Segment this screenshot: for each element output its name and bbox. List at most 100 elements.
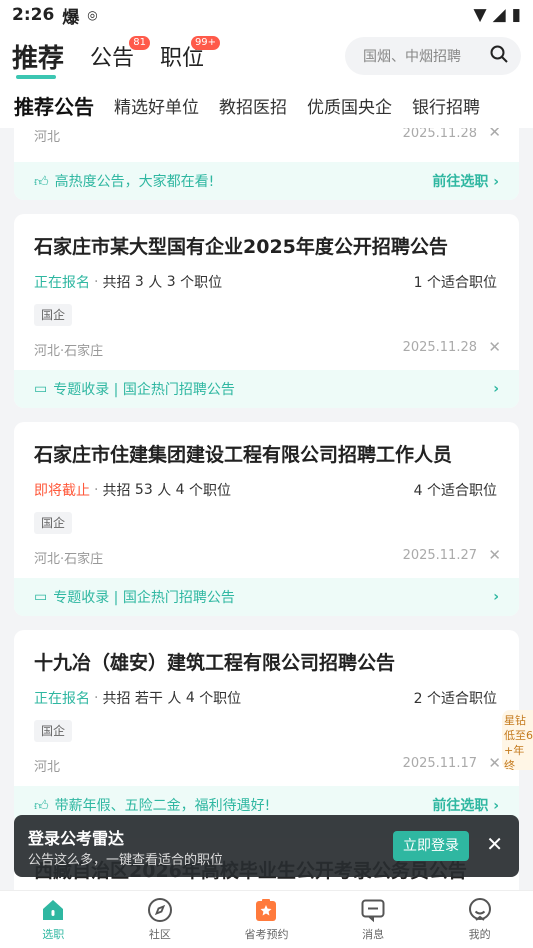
category-tag: 国企 bbox=[34, 720, 73, 742]
recruit-prefix: 共招 bbox=[102, 275, 131, 291]
promo-line: +年终 bbox=[504, 744, 525, 770]
strip-text: 专题收录 | 国企热门招聘公告 bbox=[53, 382, 235, 398]
thumbs-up-icon: 👍︎ bbox=[34, 797, 49, 814]
tab-label: 公告 bbox=[90, 46, 135, 71]
card-promo-strip[interactable]: 👍︎ 高热度公告，大家都在看! 前往选职 › bbox=[14, 162, 519, 200]
fit-positions: 1 个适合职位 bbox=[413, 275, 497, 291]
wifi-icon: ▼ bbox=[473, 5, 487, 25]
bottom-tab-jobs[interactable]: 选职 bbox=[0, 891, 107, 948]
dismiss-icon[interactable]: ✕ bbox=[488, 546, 501, 564]
card-title[interactable]: 十九冶（雄安）建筑工程有限公司招聘公告 bbox=[34, 648, 395, 675]
dismiss-icon[interactable]: ✕ bbox=[488, 338, 501, 356]
recruit-count: 若干 bbox=[134, 691, 163, 707]
card-location: 河北 bbox=[34, 130, 61, 145]
card-title[interactable]: 石家庄市住建集团建设工程有限公司招聘工作人员 bbox=[34, 440, 452, 467]
card-meta: 正在报名 · 共招 若干 人 4 个职位 bbox=[34, 690, 242, 707]
chevron-right-icon[interactable]: › bbox=[493, 589, 499, 605]
tab-label: 选职 bbox=[42, 928, 65, 941]
card-location: 河北 bbox=[34, 760, 61, 775]
search-icon[interactable] bbox=[489, 44, 509, 68]
status-label: 正在报名 bbox=[34, 691, 90, 707]
tab-label: 我的 bbox=[468, 928, 491, 941]
login-button[interactable]: 立即登录 bbox=[393, 831, 469, 861]
tab-label: 社区 bbox=[148, 928, 171, 941]
dismiss-icon[interactable]: ✕ bbox=[488, 128, 501, 141]
search-placeholder: 国烟、中烟招聘 bbox=[363, 49, 461, 65]
chevron-right-icon[interactable]: › bbox=[493, 381, 499, 397]
announcement-feed[interactable]: 河北 2025.11.28 ✕ 👍︎ 高热度公告，大家都在看! 前往选职 › 石… bbox=[0, 128, 533, 890]
recruit-count: 53 bbox=[134, 482, 153, 498]
folder-icon: ▭ bbox=[34, 381, 48, 397]
status-label: 正在报名 bbox=[34, 275, 90, 291]
position-label: 个职位 bbox=[180, 275, 223, 291]
compass-icon bbox=[147, 897, 173, 923]
go-select-button[interactable]: 前往选职 › bbox=[432, 171, 499, 191]
category-tag: 国企 bbox=[34, 304, 73, 326]
go-select-button[interactable]: 前往选职 › bbox=[432, 795, 499, 815]
status-time: 2:26 bbox=[12, 5, 55, 25]
recruit-prefix: 共招 bbox=[102, 483, 131, 499]
recruit-count: 3 bbox=[134, 274, 144, 290]
thumbs-up-icon: 👍︎ bbox=[34, 173, 49, 190]
clipboard-star-icon bbox=[253, 897, 279, 923]
recruit-unit: 人 bbox=[157, 483, 172, 499]
tab-label: 推荐 bbox=[12, 43, 65, 74]
subtab-recommended-announcements[interactable]: 推荐公告 bbox=[14, 91, 94, 120]
category-tag: 国企 bbox=[34, 512, 73, 534]
sub-nav: 推荐公告 精选好单位 教招医招 优质国央企 银行招聘 bbox=[0, 82, 533, 128]
position-label: 个职位 bbox=[189, 483, 232, 499]
promo-line: 星钻 bbox=[504, 714, 526, 727]
tab-label: 省考预约 bbox=[244, 928, 289, 941]
top-nav: 推荐 公告 81 职位 99+ 国烟、中烟招聘 bbox=[0, 30, 533, 82]
tab-recommend[interactable]: 推荐 bbox=[12, 38, 65, 79]
tab-announcements[interactable]: 公告 81 bbox=[90, 36, 151, 72]
fit-positions: 2 个适合职位 bbox=[413, 691, 497, 707]
status-label: 即将截止 bbox=[34, 483, 90, 499]
card-topic-strip[interactable]: ▭ 专题收录 | 国企热门招聘公告 › bbox=[14, 370, 519, 408]
subtab-selected-employers[interactable]: 精选好单位 bbox=[114, 93, 199, 118]
sync-icon: ◎ bbox=[87, 8, 98, 22]
announcement-card[interactable]: 十九冶（雄安）建筑工程有限公司招聘公告 正在报名 · 共招 若干 人 4 个职位… bbox=[14, 630, 519, 824]
dismiss-icon[interactable]: ✕ bbox=[488, 754, 501, 772]
profile-icon bbox=[467, 897, 493, 923]
subtab-state-enterprises[interactable]: 优质国央企 bbox=[307, 93, 392, 118]
bottom-tab-exam-reservation[interactable]: 省考预约 bbox=[213, 891, 320, 948]
login-prompt-title: 登录公考雷达 bbox=[28, 829, 125, 848]
card-location: 河北·石家庄 bbox=[34, 552, 104, 567]
card-meta: 正在报名 · 共招 3 人 3 个职位 bbox=[34, 274, 223, 291]
announcement-count-badge: 81 bbox=[129, 36, 151, 50]
status-bar: 2:26 爆 ◎ ▼ ◢ ▮ bbox=[0, 0, 533, 30]
strip-text: 带薪年假、五险二金，福利待遇好! bbox=[54, 798, 271, 814]
bottom-tab-messages[interactable]: 消息 bbox=[320, 891, 427, 948]
strip-text: 专题收录 | 国企热门招聘公告 bbox=[53, 590, 235, 606]
position-count: 4 bbox=[185, 690, 195, 706]
recruit-prefix: 共招 bbox=[102, 691, 131, 707]
card-meta: 即将截止 · 共招 53 人 4 个职位 bbox=[34, 482, 232, 499]
fit-positions: 4 个适合职位 bbox=[413, 483, 497, 499]
position-count: 3 bbox=[166, 274, 176, 290]
announcement-card[interactable]: 石家庄市某大型国有企业2025年度公开招聘公告 正在报名 · 共招 3 人 3 … bbox=[14, 214, 519, 408]
tab-label: 消息 bbox=[362, 928, 385, 941]
floating-promo[interactable]: 星钻 低至6 +年终 bbox=[502, 710, 533, 770]
bottom-tab-community[interactable]: 社区 bbox=[107, 891, 214, 948]
subtab-teacher-medical[interactable]: 教招医招 bbox=[219, 93, 287, 118]
tab-positions[interactable]: 职位 99+ bbox=[160, 36, 221, 72]
announcement-card[interactable]: 河北 2025.11.28 ✕ 👍︎ 高热度公告，大家都在看! 前往选职 › bbox=[14, 128, 519, 200]
position-count: 4 bbox=[175, 482, 185, 498]
status-notification-icon: 爆 bbox=[62, 7, 80, 28]
search-input[interactable]: 国烟、中烟招聘 bbox=[345, 37, 521, 75]
card-date: 2025.11.27 bbox=[402, 548, 477, 563]
announcement-card[interactable]: 石家庄市住建集团建设工程有限公司招聘工作人员 即将截止 · 共招 53 人 4 … bbox=[14, 422, 519, 616]
card-topic-strip[interactable]: ▭ 专题收录 | 国企热门招聘公告 › bbox=[14, 578, 519, 616]
promo-line: 低至6 bbox=[504, 729, 533, 742]
card-date: 2025.11.28 bbox=[402, 340, 477, 355]
bottom-tab-profile[interactable]: 我的 bbox=[426, 891, 533, 948]
login-prompt-bar: 登录公考雷达 公告这么多，一键查看适合的职位 立即登录 ✕ bbox=[14, 815, 519, 877]
card-title[interactable]: 石家庄市某大型国有企业2025年度公开招聘公告 bbox=[34, 232, 448, 259]
home-icon bbox=[40, 897, 66, 923]
close-icon[interactable]: ✕ bbox=[486, 832, 503, 856]
subtab-bank-recruitment[interactable]: 银行招聘 bbox=[412, 93, 480, 118]
message-icon bbox=[360, 897, 386, 923]
recruit-unit: 人 bbox=[148, 275, 163, 291]
recruit-unit: 人 bbox=[167, 691, 182, 707]
